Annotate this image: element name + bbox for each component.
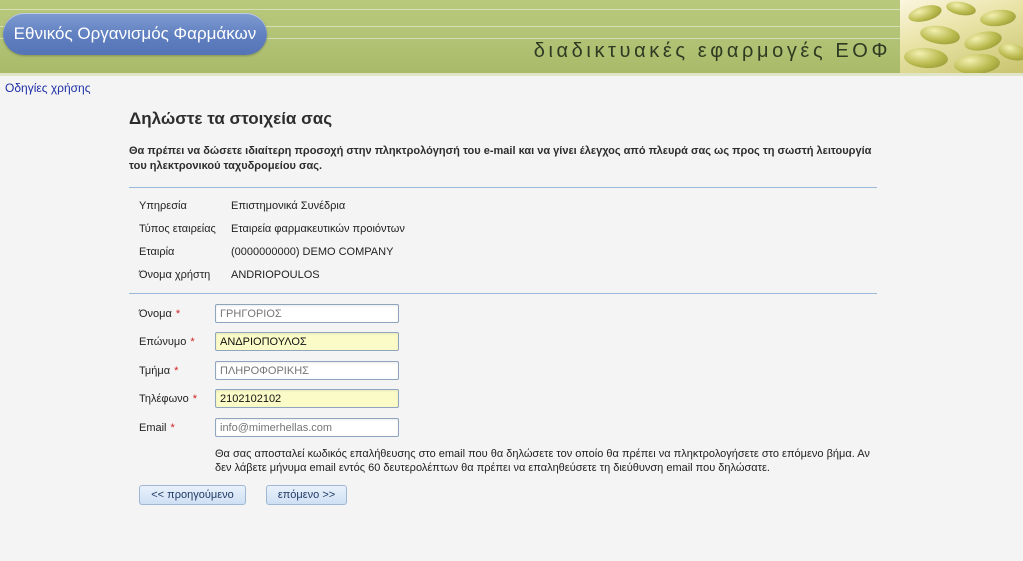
info-label-company: Εταιρία — [139, 246, 175, 258]
header-divider — [0, 73, 1023, 76]
info-label-username: Όνομα χρήστη — [139, 269, 211, 281]
last-name-input[interactable] — [215, 332, 399, 351]
required-mark: * — [170, 422, 175, 434]
page-title: Δηλώστε τα στοιχεία σας — [129, 109, 333, 128]
intro-text: Θα πρέπει να δώσετε ιδιαίτερη προσοχή στ… — [129, 145, 872, 172]
previous-button[interactable]: << προηγούμενο — [139, 485, 246, 505]
header-banner: Εθνικός Οργανισμός Φαρμάκων διαδικτυακές… — [0, 0, 1023, 73]
section-divider — [129, 187, 877, 188]
verification-note: Θα σας αποσταλεί κωδικός επαλήθευσης στο… — [215, 448, 870, 474]
help-link[interactable]: Οδηγίες χρήσης — [5, 81, 90, 95]
last-name-label: Επώνυμο * — [139, 336, 195, 348]
department-input[interactable] — [215, 361, 399, 380]
department-label: Τμήμα * — [139, 365, 179, 377]
organization-logo[interactable]: Εθνικός Οργανισμός Φαρμάκων — [3, 13, 267, 55]
info-value-username: ANDRIOPOULOS — [231, 269, 320, 281]
info-value-company: (0000000000) DEMO COMPANY — [231, 246, 394, 258]
info-label-service: Υπηρεσία — [139, 200, 187, 212]
first-name-label: Όνομα * — [139, 308, 181, 320]
section-divider — [129, 293, 877, 294]
phone-input[interactable] — [215, 389, 399, 408]
next-button[interactable]: επόμενο >> — [266, 485, 347, 505]
required-mark: * — [174, 365, 179, 377]
info-value-service: Επιστημονικά Συνέδρια — [231, 200, 346, 212]
email-label: Email * — [139, 422, 175, 434]
info-label-company-type: Τύπος εταιρείας — [139, 223, 216, 235]
pills-image — [900, 0, 1023, 73]
required-mark: * — [192, 393, 198, 405]
required-mark: * — [175, 308, 181, 320]
phone-label: Τηλέφωνο * — [139, 393, 198, 405]
app-title: διαδικτυακές εφαρμογές ΕΟΦ — [533, 40, 891, 62]
info-value-company-type: Εταιρεία φαρμακευτικών προιόντων — [231, 223, 405, 235]
first-name-input[interactable] — [215, 304, 399, 323]
email-input[interactable] — [215, 418, 399, 437]
required-mark: * — [190, 336, 195, 348]
